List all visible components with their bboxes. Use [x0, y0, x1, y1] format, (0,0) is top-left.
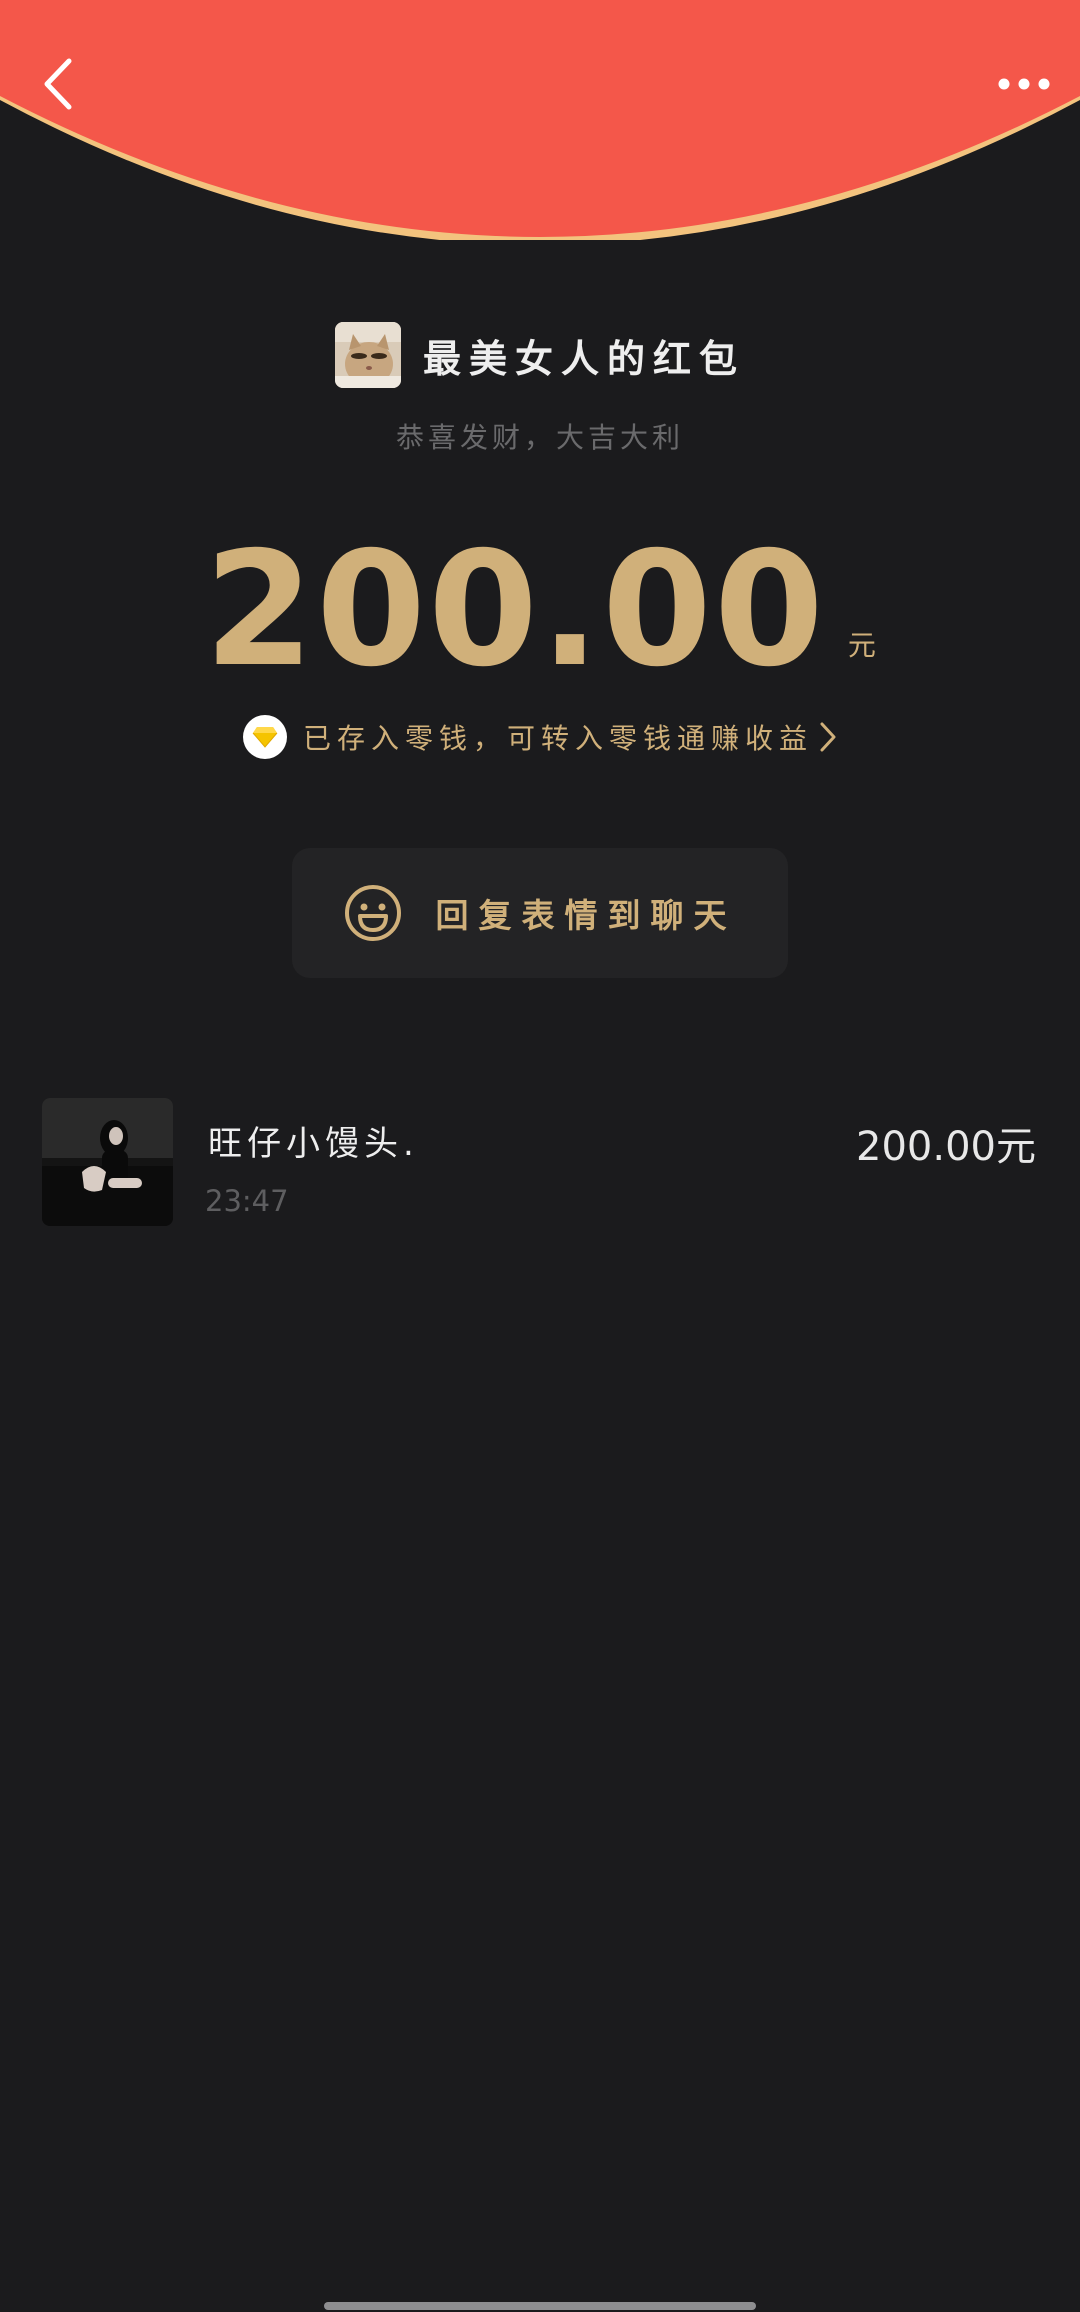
change-notice-text: 已存入零钱，可转入零钱通赚收益 — [302, 722, 813, 755]
receiver-list-item: 旺仔小馒头. 23:47 200.00元 — [0, 1080, 1080, 1240]
smiley-icon — [344, 885, 401, 941]
reply-sticker-label: 回复表情到聊天 — [435, 896, 737, 935]
sender-row: 最美女人的红包 — [0, 322, 1080, 388]
blessing-text: 恭喜发财，大吉大利 — [395, 421, 684, 454]
receiver-avatar[interactable] — [42, 1098, 173, 1226]
change-chevron — [819, 721, 837, 753]
chevron-right-icon — [820, 722, 836, 752]
amount-unit: 元 — [847, 629, 876, 662]
sender-title: 最美女人的红包 — [422, 336, 745, 381]
change-notice-link[interactable]: 已存入零钱，可转入零钱通赚收益 — [0, 715, 1080, 759]
amount-row: 200.00 元 — [0, 520, 1080, 700]
home-indicator[interactable] — [324, 2302, 756, 2310]
reply-sticker-button[interactable]: 回复表情到聊天 — [292, 848, 788, 978]
more-dots-icon — [998, 78, 1050, 90]
sender-avatar — [334, 322, 401, 388]
red-header-arc — [0, 0, 1080, 240]
receiver-time: 23:47 — [205, 1184, 289, 1218]
back-button[interactable] — [28, 52, 88, 116]
receiver-name: 旺仔小馒头. — [208, 1124, 419, 1164]
diamond-badge — [242, 715, 287, 759]
diamond-icon — [252, 727, 278, 748]
receiver-amount: 200.00元 — [856, 1124, 1036, 1170]
cat-avatar-image — [334, 322, 401, 388]
receiver-photo — [42, 1098, 173, 1226]
red-packet-detail-page: 最美女人的红包 恭喜发财，大吉大利 200.00 元 已存入零钱，可转入零钱通赚… — [0, 0, 1080, 2312]
chevron-left-icon — [44, 58, 72, 110]
amount-value: 200.00 — [204, 518, 826, 702]
more-button[interactable] — [992, 62, 1056, 106]
